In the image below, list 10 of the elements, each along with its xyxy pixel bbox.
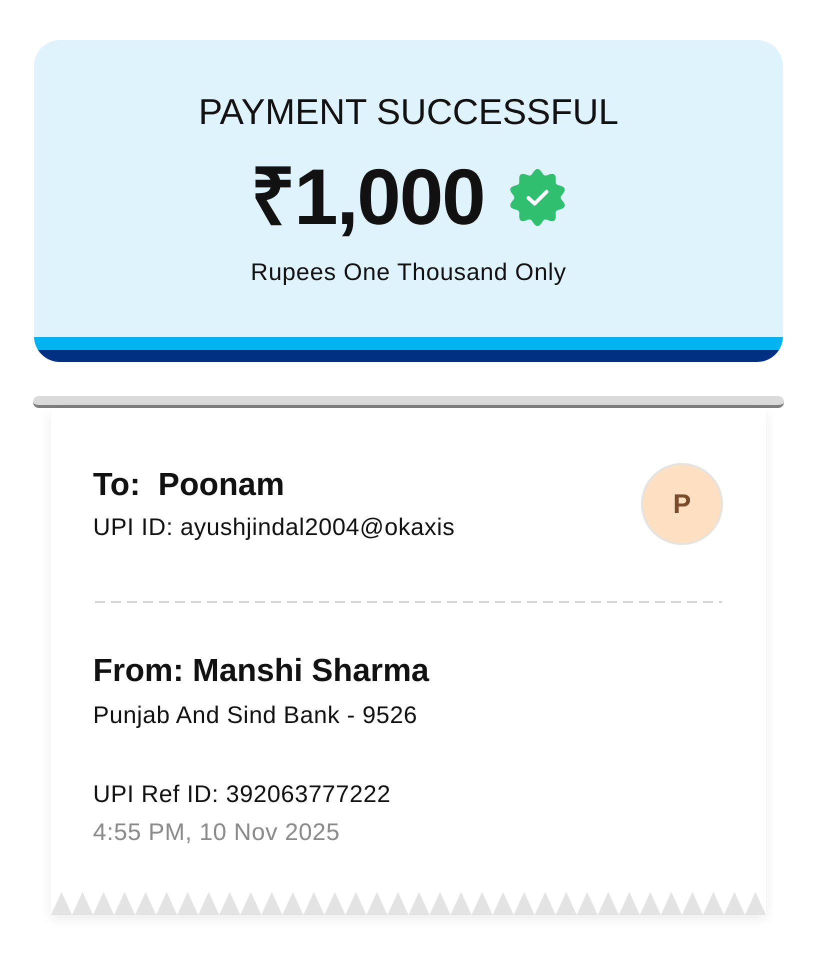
title: PAYMENT SUCCESSFUL [198,90,619,134]
upi-ref-id: UPI Ref ID: 392063777222 [93,781,392,809]
recipient-name: To: Poonam [93,466,286,502]
avatar: P [641,463,723,545]
bank-account: Punjab And Sind Bank - 9526 [93,702,418,730]
amount: ₹1,000 [250,157,484,237]
sender-name: From: Manshi Sharma [93,652,430,688]
timestamp: 4:55 PM, 10 Nov 2025 [93,819,341,847]
upi-id: UPI ID: ayushjindal2004@okaxis [93,514,455,542]
amount-in-words: Rupees One Thousand Only [250,258,566,288]
